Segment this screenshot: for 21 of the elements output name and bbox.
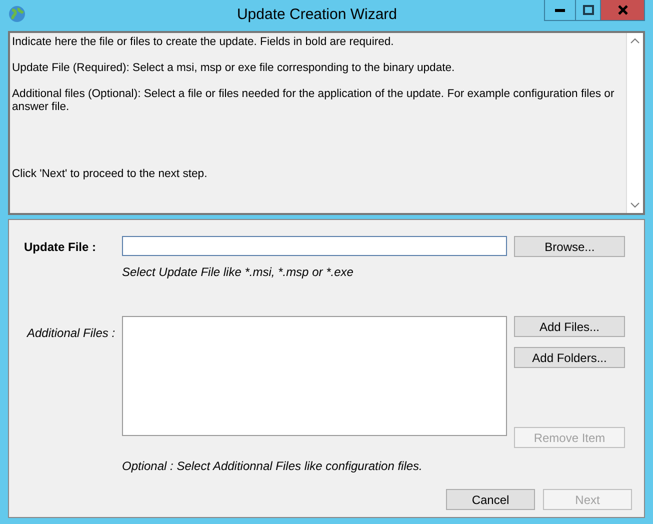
file-action-button[interactable]: Add Folders... [514,347,625,368]
instruction-text: Update File (Required): Select a msi, msp or exe file corresponding to the binary update. [12,62,456,75]
close-icon [618,5,628,15]
field-label: Additional Files : [26,325,116,340]
hint-text: Optional : Select Additionnal Files like configuration files. [122,459,424,473]
globe-icon [8,5,26,23]
hint-text: Select Update File like *.msi, *.msp or *.exe [122,265,354,279]
scrollbar[interactable] [626,33,643,213]
instruction-text: Click 'Next' to proceed to the next step. [12,168,208,181]
window-title: Update Creation Wizard [236,6,398,23]
maximize-icon [582,5,594,15]
file-action-button[interactable]: Add Files... [514,316,625,337]
dialog-button[interactable]: Cancel [446,489,535,510]
minimize-icon [555,8,565,12]
update-file-input[interactable] [122,236,508,256]
files-list[interactable] [122,316,507,436]
close-button[interactable] [600,0,644,20]
field-label: Update File : [24,239,98,254]
instruction-text: Indicate here the file or files to create the update. Fields in bold are required. [12,36,395,49]
instruction-text: Additional files (Optional): Select a file or files needed for the application of the update. For example configuration files or answer file. [12,88,616,114]
browse-button[interactable]: Browse... [514,236,625,257]
